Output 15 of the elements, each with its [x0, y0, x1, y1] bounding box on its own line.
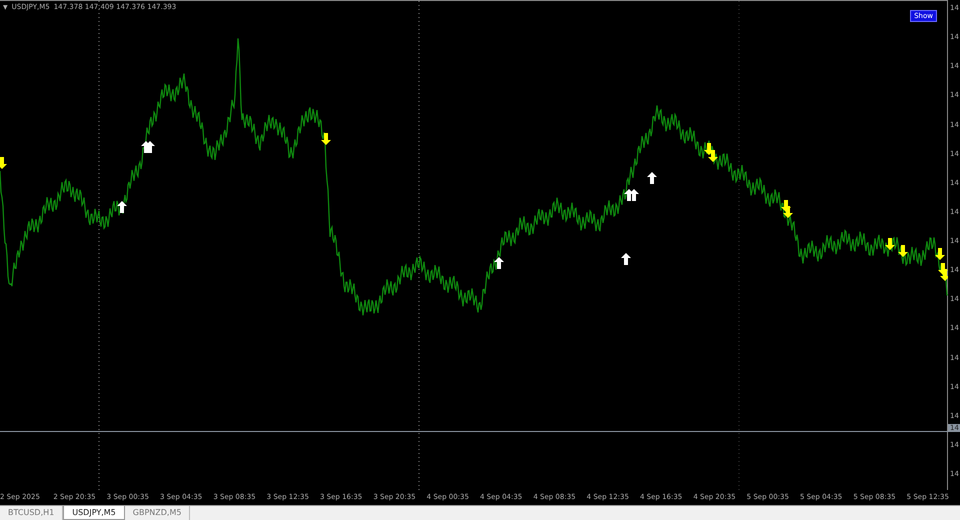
down-arrow-icon — [898, 245, 908, 257]
up-arrow-icon — [647, 172, 657, 184]
up-arrow-icon — [117, 201, 127, 213]
up-arrow-icon — [145, 141, 155, 153]
down-arrow-icon — [935, 248, 945, 260]
down-arrow-icon — [708, 150, 718, 162]
up-arrow-icon — [629, 189, 639, 201]
chart-tab[interactable]: USDJPY,M5 — [63, 506, 125, 520]
down-arrow-icon — [885, 238, 895, 250]
down-arrow-icon — [321, 133, 331, 145]
up-arrow-icon — [494, 257, 504, 269]
down-arrow-icon — [783, 206, 793, 218]
down-arrow-icon — [0, 157, 7, 169]
up-arrow-icon — [621, 253, 631, 265]
down-arrow-icon — [704, 143, 714, 155]
